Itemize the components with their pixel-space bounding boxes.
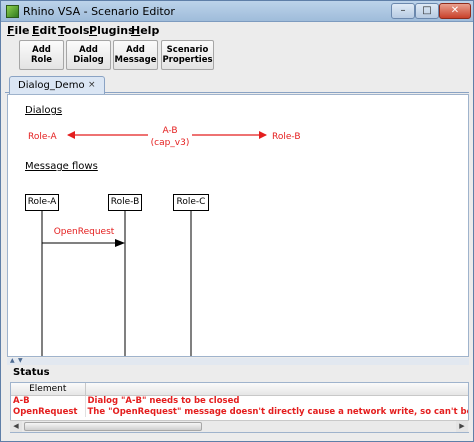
scroll-right-icon[interactable]: ▶ bbox=[456, 421, 468, 432]
role-box-c[interactable]: Role-C bbox=[173, 194, 209, 211]
window-title: Rhino VSA - Scenario Editor bbox=[23, 5, 175, 18]
dialog-name[interactable]: A-B bbox=[148, 126, 192, 136]
add-dialog-button[interactable]: Add Dialog bbox=[66, 40, 111, 70]
add-message-button[interactable]: Add Message bbox=[113, 40, 158, 70]
status-table: Element A-B Dialog "A-B" needs to be clo… bbox=[11, 383, 468, 417]
status-column-element[interactable]: Element bbox=[11, 383, 86, 396]
app-icon bbox=[6, 5, 19, 18]
status-message-cell: The "OpenRequest" message doesn't direct… bbox=[85, 406, 468, 417]
status-element-cell: OpenRequest bbox=[11, 406, 86, 417]
horizontal-scrollbar[interactable]: ◀ ▶ bbox=[10, 420, 469, 432]
status-element-cell: A-B bbox=[11, 395, 86, 406]
status-title: Status bbox=[13, 367, 50, 378]
scroll-left-icon[interactable]: ◀ bbox=[10, 421, 22, 432]
status-column-message[interactable] bbox=[85, 383, 468, 396]
tab-close-icon[interactable]: × bbox=[88, 80, 96, 90]
add-role-button[interactable]: Add Role bbox=[19, 40, 64, 70]
splitter[interactable]: ▲ ▼ bbox=[7, 357, 469, 365]
menu-bar: File Edit Tools Plugins Help bbox=[5, 23, 469, 39]
maximize-icon[interactable]: □ bbox=[415, 3, 439, 19]
menu-help[interactable]: Help bbox=[131, 24, 159, 37]
dialogs-heading: Dialogs bbox=[25, 105, 63, 116]
role-box-a[interactable]: Role-A bbox=[25, 194, 59, 211]
splitter-up-icon[interactable]: ▲ bbox=[10, 357, 15, 364]
tab-label: Dialog_Demo bbox=[18, 80, 85, 91]
menu-edit[interactable]: Edit bbox=[32, 24, 56, 37]
table-row[interactable]: A-B Dialog "A-B" needs to be closed bbox=[11, 395, 468, 406]
table-row[interactable]: OpenRequest The "OpenRequest" message do… bbox=[11, 406, 468, 417]
message-flows-heading: Message flows bbox=[25, 161, 98, 172]
canvas-drawing bbox=[41, 131, 267, 356]
dialog-cap: (cap_v3) bbox=[150, 138, 190, 148]
tab-strip: Dialog_Demo × bbox=[5, 75, 469, 94]
menu-file[interactable]: File bbox=[7, 24, 30, 37]
title-bar[interactable]: Rhino VSA - Scenario Editor – □ ✕ bbox=[1, 1, 473, 22]
dialog-role-from: Role-A bbox=[28, 132, 57, 142]
tab-dialog-demo[interactable]: Dialog_Demo × bbox=[9, 76, 105, 94]
menu-tools[interactable]: Tools bbox=[58, 24, 89, 37]
dialog-role-to: Role-B bbox=[272, 132, 301, 142]
scenario-properties-button[interactable]: Scenario Properties bbox=[161, 40, 214, 70]
minimize-icon[interactable]: – bbox=[391, 3, 415, 19]
menu-plugins[interactable]: Plugins bbox=[89, 24, 135, 37]
message-label[interactable]: OpenRequest bbox=[48, 227, 120, 237]
status-header-row: Element bbox=[11, 383, 468, 396]
role-box-b[interactable]: Role-B bbox=[108, 194, 142, 211]
splitter-down-icon[interactable]: ▼ bbox=[18, 357, 23, 364]
status-message-cell: Dialog "A-B" needs to be closed bbox=[85, 395, 468, 406]
scenario-canvas[interactable]: Dialogs Role-A A-B (cap_v3) Role-B Messa… bbox=[7, 94, 469, 357]
close-icon[interactable]: ✕ bbox=[439, 3, 471, 19]
scrollbar-thumb[interactable] bbox=[24, 422, 202, 431]
toolbar: Add Role Add Dialog Add Message Scenario… bbox=[5, 39, 469, 71]
app-window: Rhino VSA - Scenario Editor – □ ✕ File E… bbox=[0, 0, 474, 442]
